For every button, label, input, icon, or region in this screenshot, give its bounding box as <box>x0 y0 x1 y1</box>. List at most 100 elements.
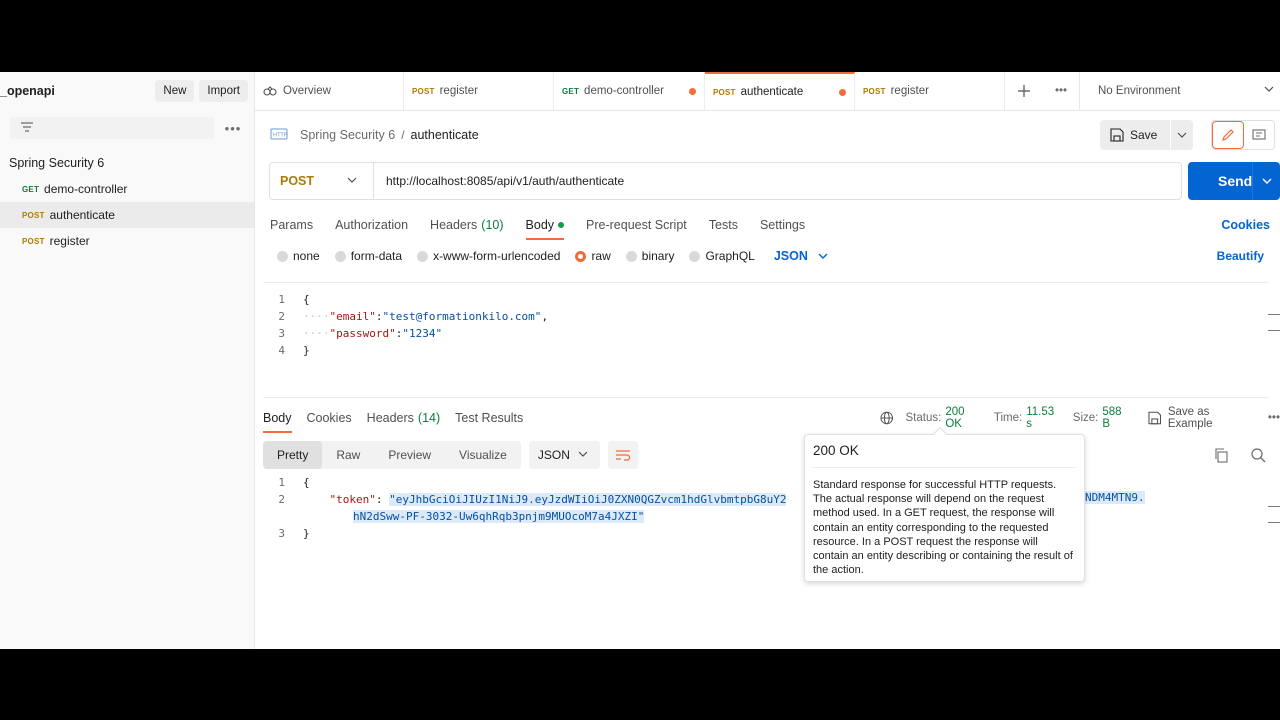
tab-pre-request-script[interactable]: Pre-request Script <box>586 212 687 238</box>
resp-tab-cookies[interactable]: Cookies <box>307 405 352 431</box>
response-toolbar: Pretty Raw Preview Visualize JSON <box>263 440 1280 470</box>
request-tabs: Params Authorization Headers (10) Body P… <box>270 212 1275 240</box>
request-body-editor[interactable]: 1 { 2 ····"email":"test@formationkilo.co… <box>263 282 1268 398</box>
sidebar-item-register[interactable]: POST register <box>0 228 254 254</box>
response-format-select[interactable]: JSON <box>528 441 600 469</box>
url-bar: POST http://localhost:8085/api/v1/auth/a… <box>269 162 1182 200</box>
tab-tests[interactable]: Tests <box>709 212 738 238</box>
method-badge: POST <box>863 86 886 96</box>
workspace-name[interactable]: _openapi <box>0 84 150 98</box>
save-as-example-button[interactable]: Save as Example <box>1148 406 1254 430</box>
filter-input[interactable] <box>10 117 214 139</box>
token-value-part1: "eyJhbGciOiJIUzI1NiJ9.eyJzdWIiOiJ0ZXN0QG… <box>389 493 787 506</box>
copy-icon[interactable] <box>1214 447 1229 463</box>
tab-label: Headers <box>366 411 414 425</box>
method-badge: POST <box>22 210 45 220</box>
send-dropdown[interactable] <box>1252 162 1280 200</box>
new-button[interactable]: New <box>155 80 195 102</box>
url-input[interactable]: http://localhost:8085/api/v1/auth/authen… <box>374 174 624 188</box>
view-mode-group <box>1211 120 1275 150</box>
environment-select[interactable]: No Environment <box>1079 72 1280 110</box>
response-more-icon[interactable]: ••• <box>1268 412 1280 424</box>
sidebar-item-authenticate[interactable]: POST authenticate <box>0 202 254 228</box>
json-key: "password" <box>329 327 396 340</box>
overview-icon <box>263 86 277 96</box>
tab-label: Headers <box>430 218 478 232</box>
resp-tab-headers[interactable]: Headers (14) <box>367 405 440 431</box>
view-pretty[interactable]: Pretty <box>263 441 323 469</box>
radio-none[interactable]: none <box>277 249 320 263</box>
radio-circle <box>334 250 346 262</box>
line-number: 4 <box>278 344 285 357</box>
method-select[interactable]: POST <box>270 163 374 199</box>
tab-settings[interactable]: Settings <box>760 212 805 238</box>
chevron-down-icon <box>578 451 588 457</box>
scrollbar-mark <box>1268 314 1280 315</box>
code-line: 2 ····"email":"test@formationkilo.com", <box>263 308 1268 325</box>
edit-mode-button[interactable] <box>1212 121 1244 149</box>
save-button[interactable]: Save <box>1100 120 1170 150</box>
send-label: Send <box>1218 173 1253 189</box>
import-button[interactable]: Import <box>199 80 248 102</box>
size-value[interactable]: 588 B <box>1102 406 1131 430</box>
method-badge: POST <box>713 87 736 97</box>
radio-label: binary <box>641 249 675 263</box>
resp-tab-test-results[interactable]: Test Results <box>455 405 523 431</box>
size-label: Size: <box>1072 412 1099 424</box>
collection-item[interactable]: Spring Security 6 <box>0 150 254 176</box>
status-value[interactable]: 200 OK <box>945 406 983 430</box>
tab-authorization[interactable]: Authorization <box>335 212 408 238</box>
tabs-more-icon[interactable]: ••• <box>1043 72 1079 110</box>
code-text: "token": "eyJhbGciOiJIUzI1NiJ9.eyJzdWIiO… <box>329 493 787 506</box>
filter-icon[interactable] <box>20 121 34 136</box>
radio-circle <box>625 250 637 262</box>
breadcrumb-collection[interactable]: Spring Security 6 <box>300 128 395 142</box>
http-icon: HTTP <box>270 126 288 145</box>
status-tooltip: 200 OK Standard response for successful … <box>804 426 1085 582</box>
beautify-link[interactable]: Beautify <box>1217 249 1264 263</box>
response-body[interactable]: 1 { 2 "token": "eyJhbGciOiJIUzI1NiJ9.eyJ… <box>263 474 1268 542</box>
search-icon[interactable] <box>1251 447 1266 463</box>
breadcrumb-separator: / <box>401 128 405 142</box>
body-type-row: none form-data x-www-form-urlencoded raw… <box>277 246 1275 266</box>
tab-register-2[interactable]: POST register <box>855 72 1005 110</box>
time-value[interactable]: 11.53 s <box>1026 406 1062 430</box>
more-options-icon[interactable]: ••• <box>222 121 244 136</box>
save-dropdown[interactable] <box>1171 120 1193 150</box>
tab-register[interactable]: POST register <box>404 72 554 110</box>
token-value-tail: NDM4MTN9. <box>1085 491 1145 504</box>
breadcrumb-request[interactable]: authenticate <box>411 128 479 142</box>
radio-raw[interactable]: raw <box>575 249 611 263</box>
json-value: "test@formationkilo.com" <box>382 310 542 323</box>
view-preview[interactable]: Preview <box>374 441 445 469</box>
radio-graphql[interactable]: GraphQL <box>689 249 755 263</box>
view-visualize[interactable]: Visualize <box>445 441 521 469</box>
tab-label: Body <box>525 218 555 232</box>
tab-authenticate[interactable]: POST authenticate <box>705 72 855 110</box>
pencil-icon <box>1222 129 1234 141</box>
globe-icon[interactable] <box>880 411 894 425</box>
radio-form-data[interactable]: form-data <box>334 249 402 263</box>
tab-params[interactable]: Params <box>270 212 313 238</box>
sidebar-item-demo-controller[interactable]: GET demo-controller <box>0 176 254 202</box>
tab-headers[interactable]: Headers (10) <box>430 212 503 238</box>
tab-demo-controller[interactable]: GET demo-controller <box>554 72 705 110</box>
send-button[interactable]: Send <box>1188 162 1280 200</box>
body-language-select[interactable]: JSON <box>774 249 828 263</box>
new-tab-button[interactable] <box>1005 72 1043 110</box>
method-badge: POST <box>412 86 435 96</box>
wrap-lines-button[interactable] <box>607 441 638 469</box>
resp-tab-body[interactable]: Body <box>263 405 292 433</box>
plus-icon <box>1018 85 1030 97</box>
chevron-down-icon <box>1177 132 1187 138</box>
code-text: hN2dSww-PF-3032-Uw6qhRqb3pnjm9MUOcoM7a4J… <box>297 510 1257 523</box>
radio-circle <box>417 250 429 262</box>
tab-overview[interactable]: Overview <box>255 72 404 110</box>
tab-body[interactable]: Body <box>525 212 565 240</box>
radio-binary[interactable]: binary <box>625 249 675 263</box>
cookies-link[interactable]: Cookies <box>1221 218 1270 232</box>
view-raw[interactable]: Raw <box>322 441 374 469</box>
radio-urlencoded[interactable]: x-www-form-urlencoded <box>417 249 560 263</box>
comments-button[interactable] <box>1244 121 1274 149</box>
code-text: ····"password":"1234" <box>303 327 443 340</box>
